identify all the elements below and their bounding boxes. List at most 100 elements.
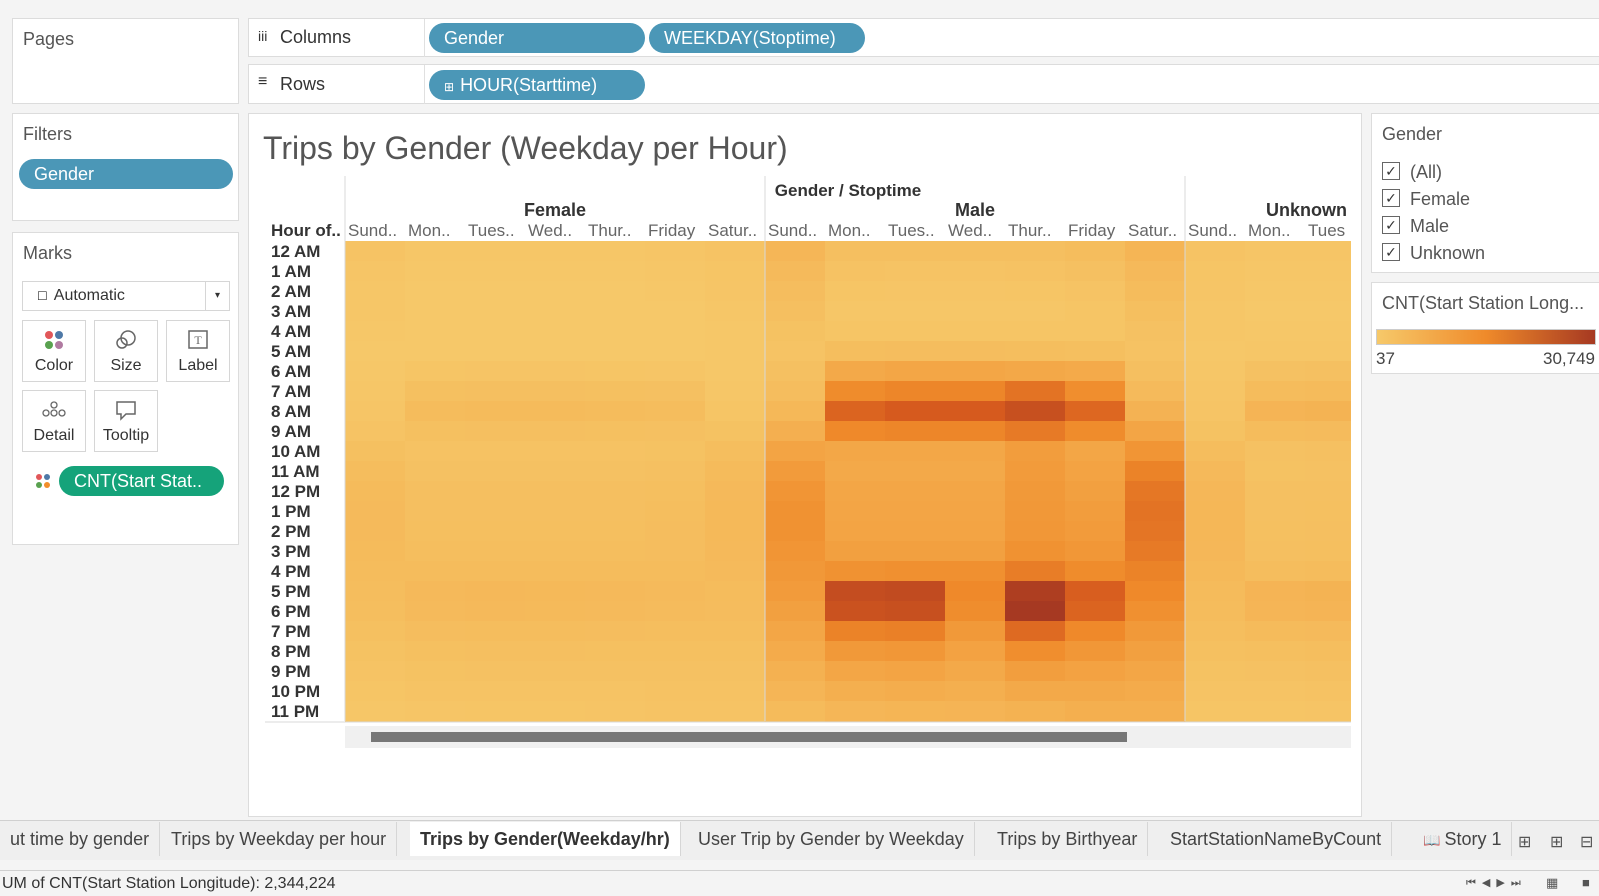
heatmap-cell <box>765 481 826 502</box>
heatmap-cell <box>1245 601 1306 622</box>
heatmap-cell <box>765 421 826 442</box>
heatmap-cell <box>705 261 766 282</box>
heatmap-cell <box>525 561 586 582</box>
heatmap-cell <box>1125 381 1186 402</box>
heatmap-cell <box>645 341 706 362</box>
heatmap-cell <box>405 501 466 522</box>
heatmap-cell <box>585 461 646 482</box>
tab-story-1[interactable]: 📖 Story 1 <box>1413 822 1513 856</box>
new-dashboard-icon[interactable]: ⊞ <box>1550 832 1563 852</box>
legend-item-all[interactable]: ✓ (All) <box>1382 160 1442 184</box>
hour-label: 3 AM <box>271 302 311 321</box>
heatmap-cell <box>1305 501 1351 522</box>
hour-label: 9 AM <box>271 422 311 441</box>
day-label: Mon.. <box>1248 221 1291 240</box>
new-worksheet-icon[interactable]: ⊞ <box>1518 832 1531 852</box>
heatmap-cell <box>765 301 826 322</box>
heatmap-cell <box>885 381 946 402</box>
heatmap-cell <box>345 261 406 282</box>
heatmap-cell <box>525 361 586 382</box>
heatmap-cell <box>1005 281 1066 302</box>
heatmap-cell <box>345 641 406 662</box>
tab-weekday-per-hour[interactable]: Trips by Weekday per hour <box>161 822 398 856</box>
legend-item-female[interactable]: ✓ Female <box>1382 187 1470 211</box>
heatmap-cell <box>825 641 886 662</box>
heatmap-cell <box>405 641 466 662</box>
heatmap-cell <box>525 521 586 542</box>
day-label: Thur.. <box>588 221 631 240</box>
heatmap-cell <box>765 361 826 382</box>
heatmap-cell <box>405 481 466 502</box>
heatmap-cell <box>1005 401 1066 422</box>
scrollbar-thumb[interactable] <box>371 732 1127 742</box>
heatmap-cell <box>825 621 886 642</box>
tab-birthyear[interactable]: Trips by Birthyear <box>987 822 1149 856</box>
heatmap-cell <box>1305 461 1351 482</box>
heatmap-cell <box>1005 381 1066 402</box>
horizontal-scrollbar[interactable] <box>345 726 1351 748</box>
heatmap-cell <box>825 401 886 422</box>
heatmap-cell <box>585 481 646 502</box>
heatmap-cell <box>1125 601 1186 622</box>
legend-item-male[interactable]: ✓ Male <box>1382 214 1449 238</box>
heatmap-cell <box>945 381 1006 402</box>
heatmap-cell <box>765 541 826 562</box>
heatmap-cell <box>1065 581 1126 602</box>
legend-item-unknown[interactable]: ✓ Unknown <box>1382 241 1485 265</box>
heatmap-cell <box>1185 381 1246 402</box>
heatmap-cell <box>1065 661 1126 682</box>
heatmap-cell <box>705 621 766 642</box>
heatmap-cell <box>705 321 766 342</box>
heatmap-cell <box>405 661 466 682</box>
heatmap-cell <box>1305 641 1351 662</box>
heatmap-cell <box>645 421 706 442</box>
heatmap-cell <box>1305 681 1351 702</box>
heatmap-cell <box>1125 341 1186 362</box>
grid-view-icon[interactable]: ▦ <box>1546 875 1558 891</box>
heatmap-cell <box>945 281 1006 302</box>
heatmap-cell <box>765 441 826 462</box>
heatmap-cell <box>645 541 706 562</box>
heatmap-cell <box>465 481 526 502</box>
single-view-icon[interactable]: ■ <box>1582 875 1590 890</box>
new-story-icon[interactable]: ⊟ <box>1580 832 1593 852</box>
heatmap-cell <box>345 501 406 522</box>
heatmap-cell <box>885 601 946 622</box>
heatmap-cell <box>765 641 826 662</box>
heatmap-cell <box>645 661 706 682</box>
heatmap-cell <box>945 421 1006 442</box>
gender-legend-card: Gender ✓ (All) ✓ Female ✓ Male ✓ Unknown <box>1371 113 1599 273</box>
heatmap-cell <box>465 521 526 542</box>
hour-label: 1 AM <box>271 262 311 281</box>
day-label: Friday <box>648 221 696 240</box>
color-legend-max: 30,749 <box>1543 349 1595 368</box>
heatmap-cell <box>585 561 646 582</box>
tab-time-by-gender[interactable]: ut time by gender <box>0 822 161 856</box>
heatmap-cell <box>465 281 526 302</box>
heatmap-cell <box>1305 481 1351 502</box>
heatmap-cell <box>465 401 526 422</box>
heatmap-cell <box>705 641 766 662</box>
hour-label: 2 PM <box>271 522 311 541</box>
heatmap-cell <box>525 461 586 482</box>
heatmap-cell <box>705 441 766 462</box>
heatmap-cell <box>885 501 946 522</box>
tab-gender-weekday-hr[interactable]: Trips by Gender(Weekday/hr) <box>410 822 681 856</box>
tab-user-trip-gender-weekday[interactable]: User Trip by Gender by Weekday <box>688 822 975 856</box>
heatmap-cell <box>1185 521 1246 542</box>
heatmap-cell <box>345 621 406 642</box>
heatmap-cell <box>705 661 766 682</box>
tab-start-station[interactable]: StartStationNameByCount <box>1160 822 1393 856</box>
heatmap-cell <box>825 261 886 282</box>
heatmap-cell <box>1185 281 1246 302</box>
page-nav-icons[interactable]: ⏮◀▶⏭ <box>1466 876 1527 890</box>
heatmap-cell <box>645 641 706 662</box>
heatmap-cell <box>1005 661 1066 682</box>
heatmap-cell <box>525 421 586 442</box>
heatmap-cell <box>405 401 466 422</box>
heatmap-cell <box>1305 581 1351 602</box>
heatmap-cell <box>645 561 706 582</box>
heatmap-cell <box>1065 561 1126 582</box>
hour-label: 8 PM <box>271 642 311 661</box>
heatmap-cell <box>705 561 766 582</box>
